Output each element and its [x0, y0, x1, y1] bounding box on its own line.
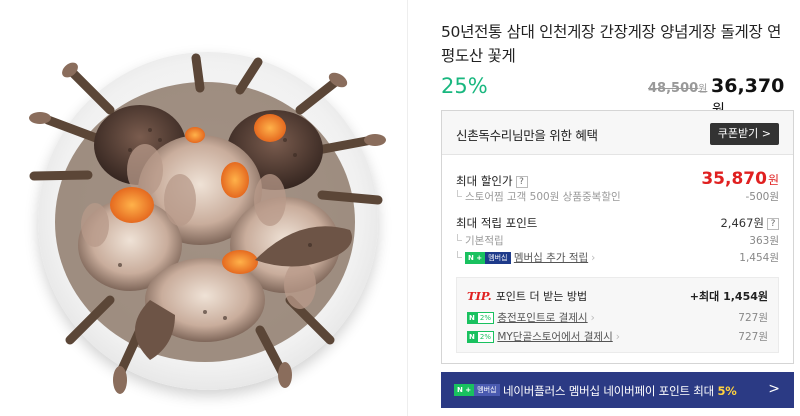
- max-discount-value: 35,870: [701, 169, 767, 189]
- max-discount-unit: 원: [767, 173, 779, 187]
- tip-item-value: 727원: [738, 312, 768, 324]
- tip-box: TIP. 포인트 더 받는 방법 +최대 1,454원 N 2% 충전포인트로 결제…: [456, 277, 779, 353]
- original-price: 48,500원: [648, 80, 707, 96]
- tip-title: 포인트 더 받는 방법: [495, 290, 588, 303]
- max-points-value: 2,467원?: [720, 215, 779, 231]
- max-discount-label-text: 최대 할인가: [456, 174, 513, 188]
- benefit-box: 신촌독수리님만을 위한 혜택 쿠폰받기 > 최대 할인가? 35,870원 스토…: [441, 110, 794, 364]
- naver-plus-membership-badge: N + 멤버십: [465, 252, 511, 264]
- naver-plus-membership-badge: N + 멤버십: [454, 384, 500, 396]
- sale-price-value: 36,370: [711, 75, 785, 97]
- max-discount-price: 35,870원: [701, 169, 779, 189]
- membership-banner[interactable]: N + 멤버십 네이버플러스 멤버십 네이버페이 포인트 최대 5% >: [441, 372, 794, 408]
- discount-rate: 25%: [441, 74, 488, 98]
- product-title: 50년전통 삼대 인천게장 간장게장 양념게장 돌게장 연평도산 꽃게: [441, 23, 782, 65]
- naver-pay-pct-text: 2%: [476, 331, 494, 343]
- original-price-unit: 원: [698, 84, 708, 95]
- tip-header: TIP. 포인트 더 받는 방법 +최대 1,454원: [467, 288, 768, 304]
- banner-percent: 5%: [717, 384, 737, 398]
- my-store-link[interactable]: MY단골스토어에서 결제시: [497, 331, 612, 343]
- basic-points-label: 기본적립: [456, 233, 504, 248]
- membership-points-label[interactable]: N + 멤버십 멤버십 추가 적립 ›: [456, 250, 595, 265]
- naver-pay-n-text: N: [467, 331, 477, 343]
- benefit-title: 신촌독수리님만을 위한 혜택: [456, 128, 598, 143]
- chevron-right-icon[interactable]: >: [768, 381, 780, 397]
- naver-pay-2pct-badge: N 2%: [467, 312, 494, 324]
- banner-badge-n: N +: [454, 384, 475, 396]
- store-coupon-value: -500원: [745, 191, 780, 203]
- tip-max-value: +최대 1,454원: [689, 290, 768, 303]
- original-price-value: 48,500: [648, 81, 699, 96]
- tip-mark: TIP.: [467, 289, 492, 303]
- naver-pay-n-text: N: [467, 312, 477, 324]
- max-discount-label: 최대 할인가?: [456, 173, 528, 189]
- banner-text-main: 네이버플러스 멤버십 네이버페이 포인트 최대: [503, 384, 718, 398]
- banner-text: 네이버플러스 멤버십 네이버페이 포인트 최대 5%: [503, 383, 737, 399]
- tip-item[interactable]: N 2% 충전포인트로 결제시 › 727원: [467, 310, 768, 325]
- chevron-right-icon: ›: [591, 252, 596, 264]
- charge-points-link[interactable]: 충전포인트로 결제시: [497, 312, 587, 324]
- max-discount-help-icon[interactable]: ?: [515, 176, 528, 188]
- membership-points-value: 1,454원: [739, 252, 779, 264]
- naver-plus-badge-text: N +: [465, 252, 486, 264]
- membership-points-link[interactable]: 멤버십 추가 적립: [514, 252, 588, 264]
- tip-item-value: 727원: [738, 331, 768, 343]
- store-coupon-label: 스토어찜 고객 500원 상품중복할인: [456, 189, 621, 204]
- benefit-header: 신촌독수리님만을 위한 혜택 쿠폰받기 >: [442, 111, 793, 155]
- chevron-right-icon: ›: [615, 331, 620, 343]
- max-points-help-icon[interactable]: ?: [767, 218, 779, 230]
- chevron-right-icon: ›: [590, 312, 595, 324]
- naver-pay-2pct-badge: N 2%: [467, 331, 494, 343]
- banner-badge-m: 멤버십: [474, 384, 500, 396]
- naver-pay-pct-text: 2%: [476, 312, 494, 324]
- coupon-button[interactable]: 쿠폰받기 >: [709, 123, 779, 145]
- product-image: [0, 0, 408, 416]
- basic-points-value: 363원: [749, 235, 779, 247]
- tip-item[interactable]: N 2% MY단골스토어에서 결제시 › 727원: [467, 329, 768, 344]
- max-points-value-text: 2,467원: [720, 216, 764, 230]
- crab-dish-illustration: [29, 53, 386, 394]
- max-points-label: 최대 적립 포인트: [456, 216, 538, 230]
- membership-badge-text: 멤버십: [485, 252, 511, 264]
